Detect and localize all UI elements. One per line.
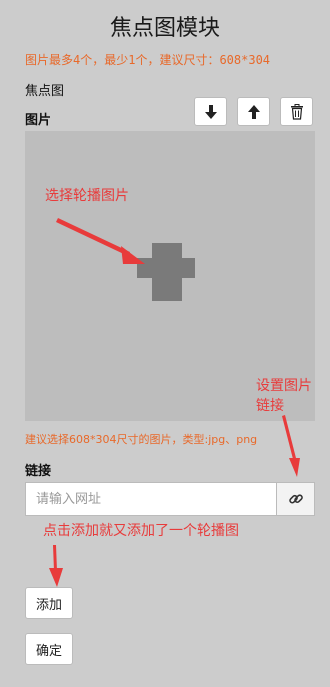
- arrow-to-add-button: [49, 545, 63, 587]
- link-label: 链接: [25, 464, 52, 479]
- url-input[interactable]: [25, 482, 276, 516]
- page-title: 焦点图模块: [109, 16, 220, 41]
- annotation-add-note: 点击添加就又添加了一个轮播图: [43, 523, 239, 539]
- annotation-set-link-line2: 链接: [256, 398, 284, 414]
- arrow-up-icon: [247, 104, 260, 119]
- arrow-down-icon: [204, 104, 217, 119]
- add-button[interactable]: 添加: [25, 587, 74, 619]
- link-button[interactable]: [276, 482, 315, 516]
- move-down-button[interactable]: [194, 97, 227, 126]
- image-label: 图片: [25, 113, 52, 128]
- annotation-set-link-line1: 设置图片: [256, 378, 312, 394]
- confirm-button[interactable]: 确定: [25, 633, 74, 665]
- annotation-select-image: 选择轮播图片: [45, 188, 129, 204]
- size-hint: 图片最多4个，最少1个，建议尺寸：608*304: [25, 53, 271, 67]
- trash-icon: [290, 103, 303, 120]
- delete-button[interactable]: [280, 97, 313, 126]
- move-up-button[interactable]: [237, 97, 270, 126]
- focus-image-label: 焦点图: [25, 84, 65, 99]
- arrow-to-link-button: [282, 415, 300, 477]
- link-icon: [288, 494, 303, 504]
- upload-hint: 建议选择608*304尺寸的图片，类型:jpg、png: [25, 433, 258, 446]
